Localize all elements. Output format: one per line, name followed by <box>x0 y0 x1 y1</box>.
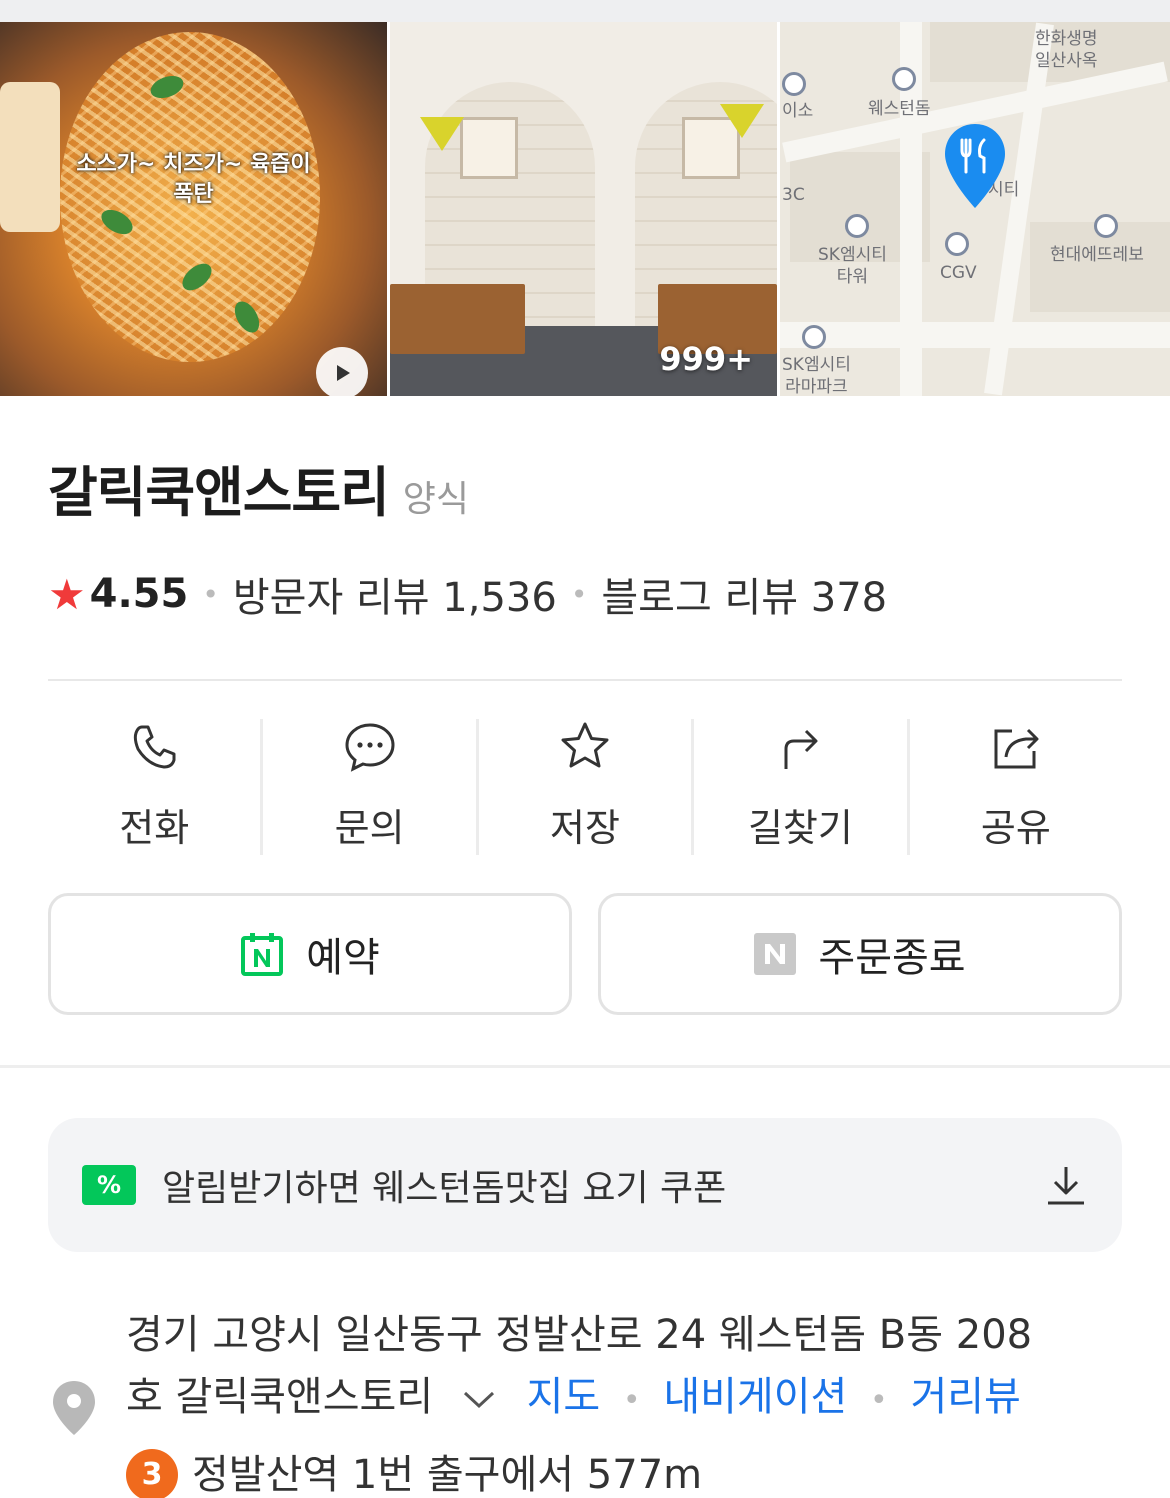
blog-reviews-link[interactable]: 블로그 리뷰 378 <box>601 565 887 623</box>
call-button[interactable]: 전화 <box>48 719 264 855</box>
coupon-badge-icon: % <box>82 1165 136 1205</box>
dining-table <box>390 284 525 354</box>
map-label-text: 일산사옥 <box>1035 51 1098 71</box>
address-line-tail: 호 갈릭쿡앤스토리 <box>126 1374 434 1420</box>
order-button[interactable]: 주문종료 <box>598 893 1122 1015</box>
map-label-text: 한화생명 <box>1035 29 1098 49</box>
subway-line-badge: 3 <box>126 1449 178 1498</box>
place-summary: 갈릭쿡앤스토리 양식 ★ 4.55 • 방문자 리뷰 1,536 • 블로그 리… <box>0 448 1170 1015</box>
map-label: SK엠시티 라마파크 <box>782 354 851 396</box>
cta-row: 예약 주문종료 <box>48 893 1122 1015</box>
dot-separator: • <box>870 1383 888 1418</box>
map-label: 현대에뜨레보 <box>1050 245 1144 265</box>
status-bar-strip <box>0 0 1170 22</box>
star-icon: ★ <box>48 569 86 619</box>
share-button[interactable]: 공유 <box>910 719 1122 855</box>
share-icon <box>994 728 1039 769</box>
rating-score: 4.55 <box>89 571 189 617</box>
map-label-text: 타워 <box>836 267 869 287</box>
address-line-2: 호 갈릭쿡앤스토리 지도 • 내비게이션 • 거리뷰 <box>126 1366 1032 1432</box>
map-road <box>780 322 1170 348</box>
poi-icon <box>782 72 806 96</box>
naver-booking-calendar-icon <box>241 933 284 976</box>
map-label: CGV <box>940 263 977 283</box>
poi-icon <box>845 214 869 238</box>
pendant-lamp <box>720 104 764 138</box>
star-outline-icon <box>561 722 609 768</box>
order-label: 주문종료 <box>818 935 966 981</box>
call-label: 전화 <box>119 806 190 850</box>
map-label: 이소 <box>782 101 814 121</box>
chevron-down-icon[interactable] <box>462 1390 496 1410</box>
map-label-text: 라마파크 <box>785 377 848 396</box>
directions-arrow-icon <box>784 729 818 769</box>
action-bar: 전화 문의 저장 길찾기 공유 <box>48 719 1122 855</box>
dot-separator: • <box>570 577 588 611</box>
save-button[interactable]: 저장 <box>479 719 695 855</box>
map-label: SK엠시티 타워 <box>818 244 887 288</box>
food-video-thumbnail[interactable]: 소스가~ 치즈가~ 육즙이 폭탄 <box>0 22 387 396</box>
reserve-label: 예약 <box>306 935 380 981</box>
place-category: 양식 <box>402 479 470 520</box>
address-section: 경기 고양시 일산동구 정발산로 24 웨스턴돔 B동 208 호 갈릭쿡앤스토… <box>0 1304 1170 1498</box>
place-name: 갈릭쿡앤스토리 <box>48 461 390 524</box>
title-row: 갈릭쿡앤스토리 양식 <box>48 448 1122 527</box>
location-pin-icon <box>53 1381 95 1435</box>
download-icon[interactable] <box>1044 1163 1088 1207</box>
map-label: 웨스턴돔 <box>868 99 931 119</box>
share-label: 공유 <box>980 806 1051 850</box>
phone-icon <box>134 725 176 769</box>
poi-icon <box>802 325 826 349</box>
map-link[interactable]: 지도 <box>527 1374 601 1420</box>
subway-distance: 정발산역 1번 출구에서 577m <box>192 1452 703 1498</box>
street-view-link[interactable]: 거리뷰 <box>910 1374 1020 1420</box>
directions-label: 길찾기 <box>747 806 853 850</box>
interior-photo-thumbnail[interactable]: 999+ <box>390 22 777 396</box>
inquiry-label: 문의 <box>334 806 405 850</box>
save-label: 저장 <box>550 806 620 850</box>
map-label-text: SK엠시티 <box>818 245 887 265</box>
section-divider <box>0 1065 1170 1068</box>
chat-bubble-icon <box>345 723 395 772</box>
map-thumbnail[interactable]: 한화생명 일산사옥 이소 웨스턴돔 3C SK엠시티 타워 CGV 현대에뜨레보… <box>780 22 1170 396</box>
wall-picture <box>460 117 518 179</box>
poi-icon <box>892 67 916 91</box>
divider <box>48 679 1122 681</box>
map-label: 3C <box>782 185 805 205</box>
poi-icon <box>945 232 969 256</box>
address-line: 경기 고양시 일산동구 정발산로 24 웨스턴돔 B동 208 <box>126 1312 1033 1358</box>
navigation-link[interactable]: 내비게이션 <box>663 1374 847 1420</box>
pendant-lamp <box>420 117 464 151</box>
reserve-button[interactable]: 예약 <box>48 893 572 1015</box>
address-body: 경기 고양시 일산동구 정발산로 24 웨스턴돔 B동 208 호 갈릭쿡앤스토… <box>126 1304 1032 1498</box>
dot-separator: • <box>622 1383 641 1418</box>
photo-gallery[interactable]: 소스가~ 치즈가~ 육즙이 폭탄 999+ 한화생명 일산사옥 이소 웨스턴돔 … <box>0 22 1170 396</box>
restaurant-pin-icon <box>945 124 1005 208</box>
caption-line: 폭탄 <box>173 182 214 207</box>
coupon-text: 알림받기하면 웨스턴돔맛집 요기 쿠폰 <box>162 1168 727 1209</box>
directions-button[interactable]: 길찾기 <box>694 719 910 855</box>
play-button[interactable] <box>316 347 368 396</box>
poi-icon <box>1094 214 1118 238</box>
rating-row: ★ 4.55 • 방문자 리뷰 1,536 • 블로그 리뷰 378 <box>48 565 1122 623</box>
visitor-reviews-link[interactable]: 방문자 리뷰 1,536 <box>233 565 557 623</box>
video-caption: 소스가~ 치즈가~ 육즙이 폭탄 <box>0 150 387 210</box>
naver-n-icon <box>754 933 797 975</box>
photo-count-badge: 999+ <box>659 340 753 378</box>
dot-separator: • <box>202 577 219 611</box>
inquiry-button[interactable]: 문의 <box>263 719 479 855</box>
coupon-banner[interactable]: % 알림받기하면 웨스턴돔맛집 요기 쿠폰 <box>48 1118 1122 1252</box>
caption-line: 소스가~ 치즈가~ 육즙이 <box>76 152 311 177</box>
map-label-text: SK엠시티 <box>782 355 851 375</box>
map-label: 한화생명 일산사옥 <box>1035 28 1098 72</box>
play-icon <box>337 365 350 381</box>
subway-info: 3 정발산역 1번 출구에서 577m <box>126 1444 1032 1498</box>
